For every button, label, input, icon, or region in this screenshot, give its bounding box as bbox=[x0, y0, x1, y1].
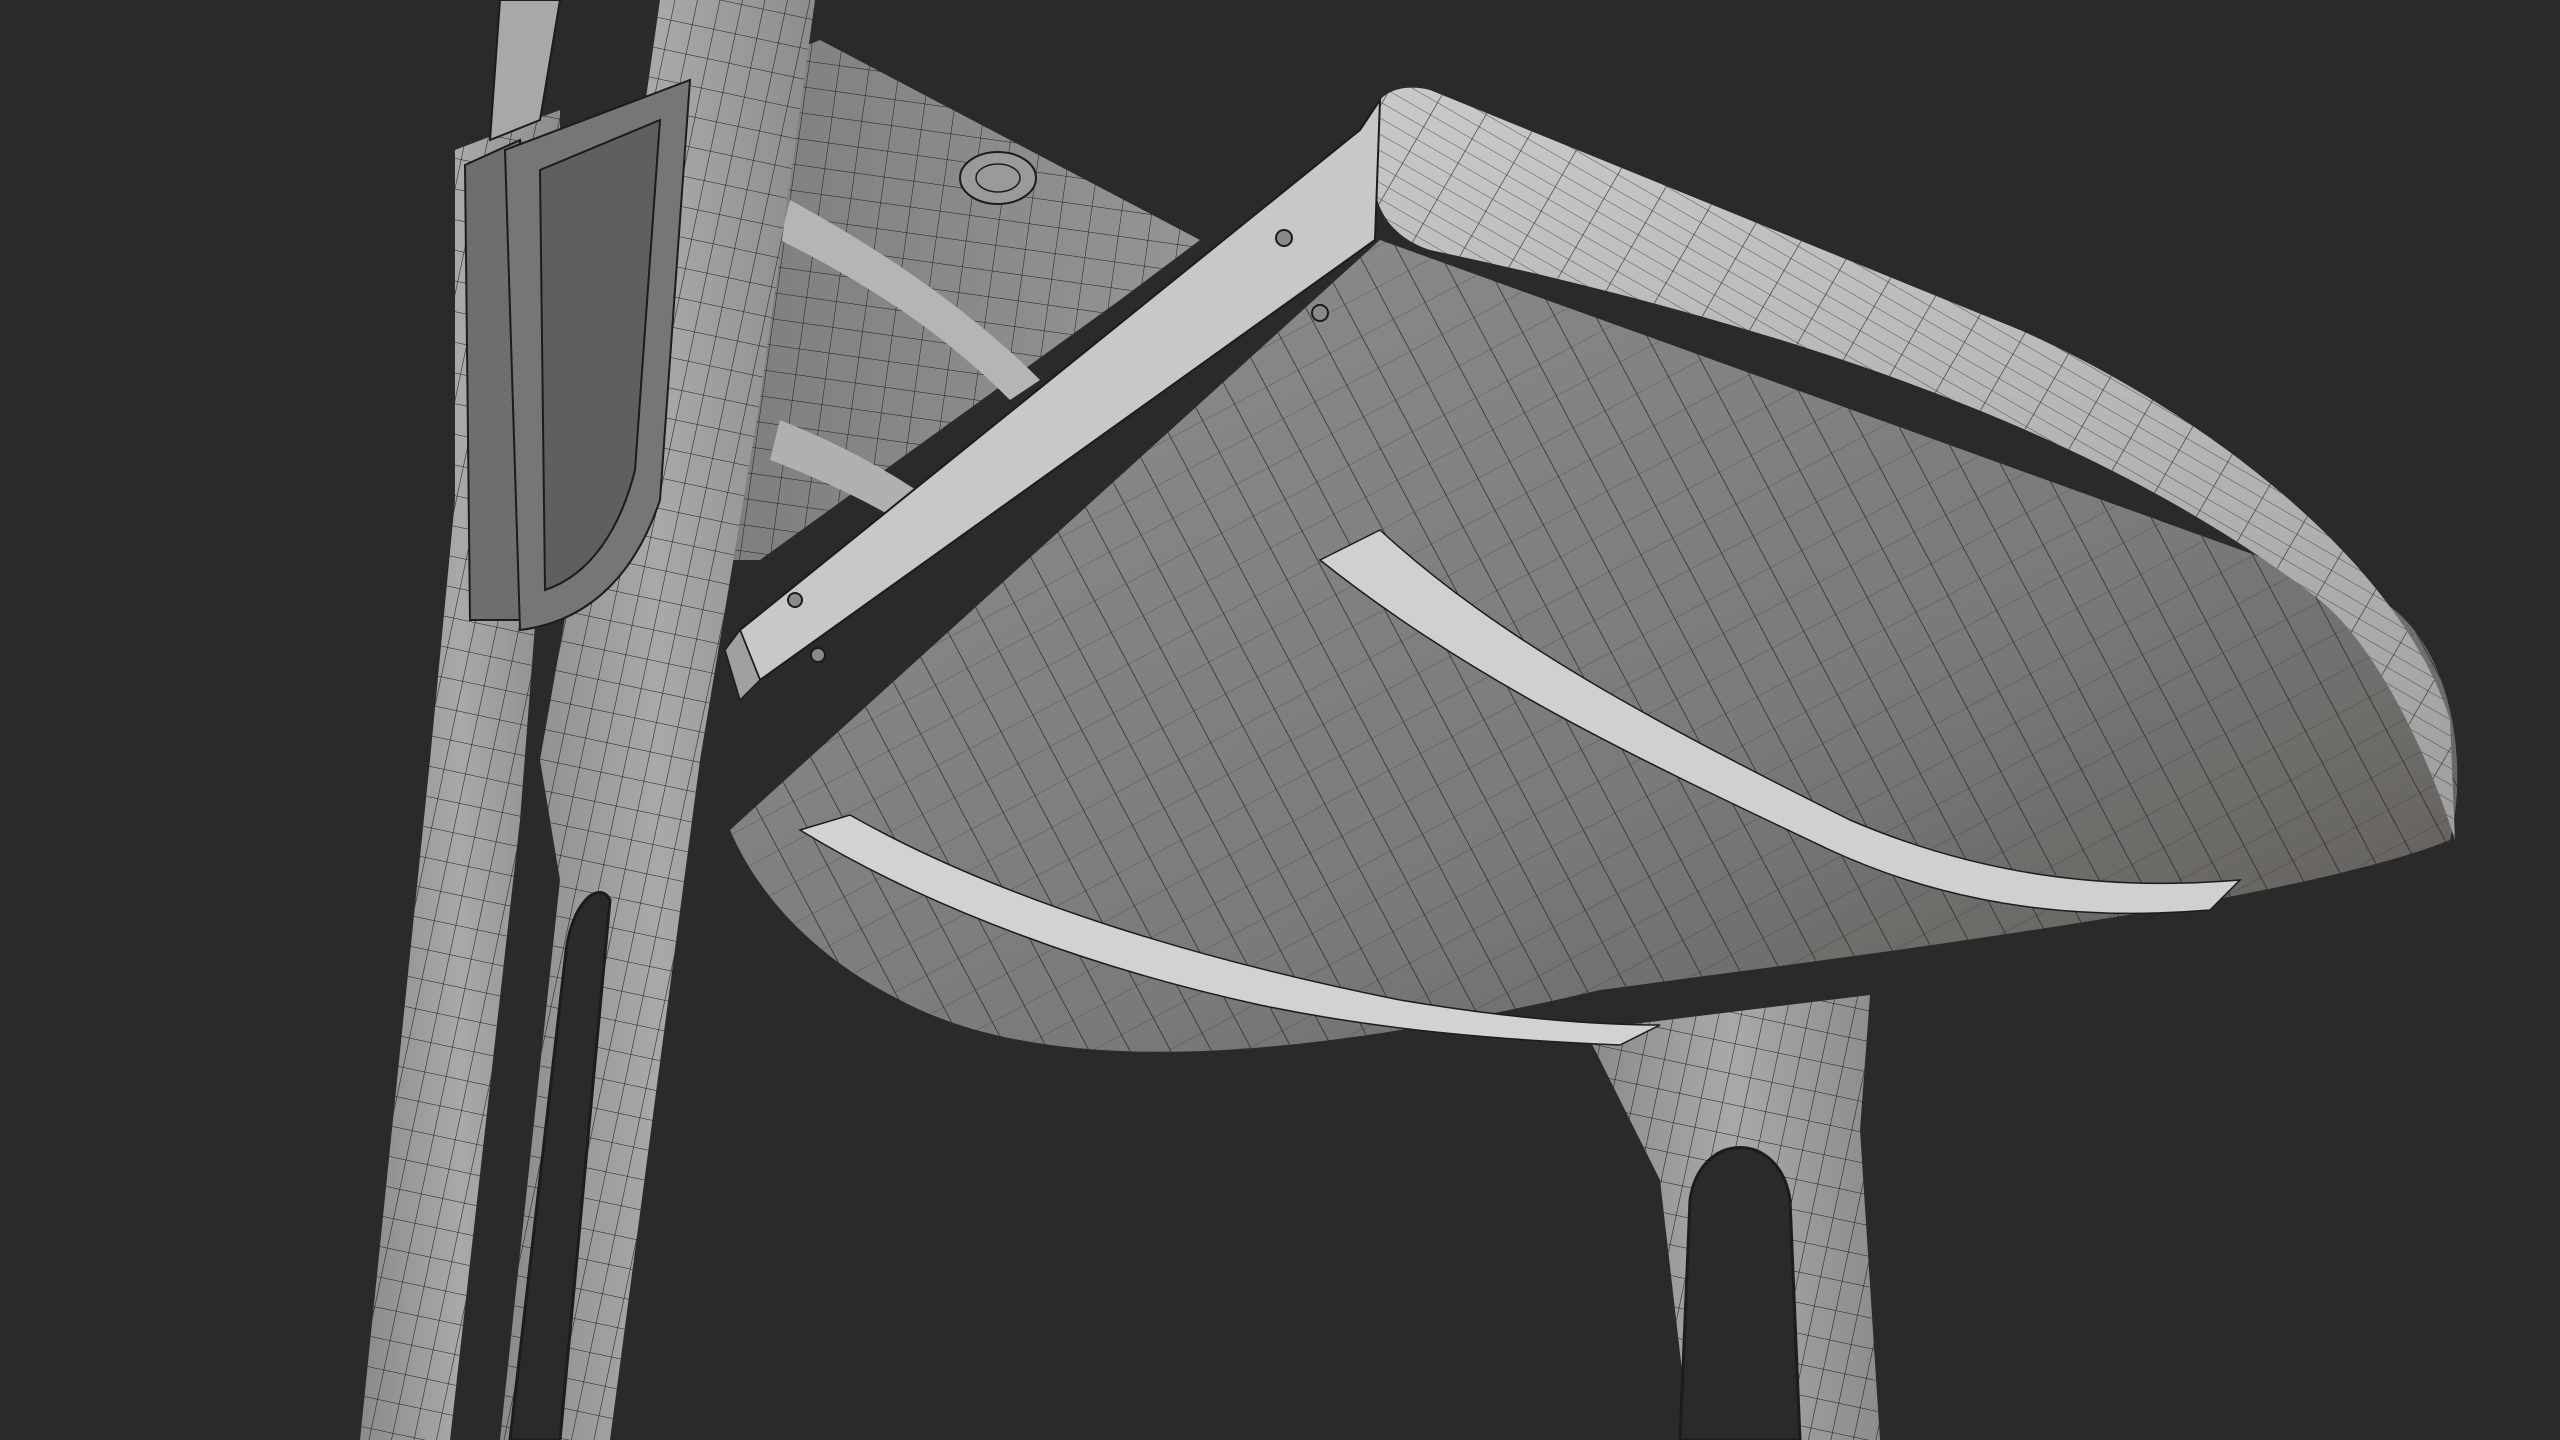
back-leg-right bbox=[500, 0, 815, 1440]
chair-model-render[interactable] bbox=[0, 0, 2560, 1440]
3d-viewport[interactable] bbox=[0, 0, 2560, 1440]
screw-icon bbox=[787, 592, 803, 608]
front-leg bbox=[1585, 995, 1880, 1440]
screw-icon bbox=[1275, 229, 1293, 247]
screw-icon bbox=[1311, 304, 1329, 322]
screw-icon bbox=[810, 647, 826, 663]
